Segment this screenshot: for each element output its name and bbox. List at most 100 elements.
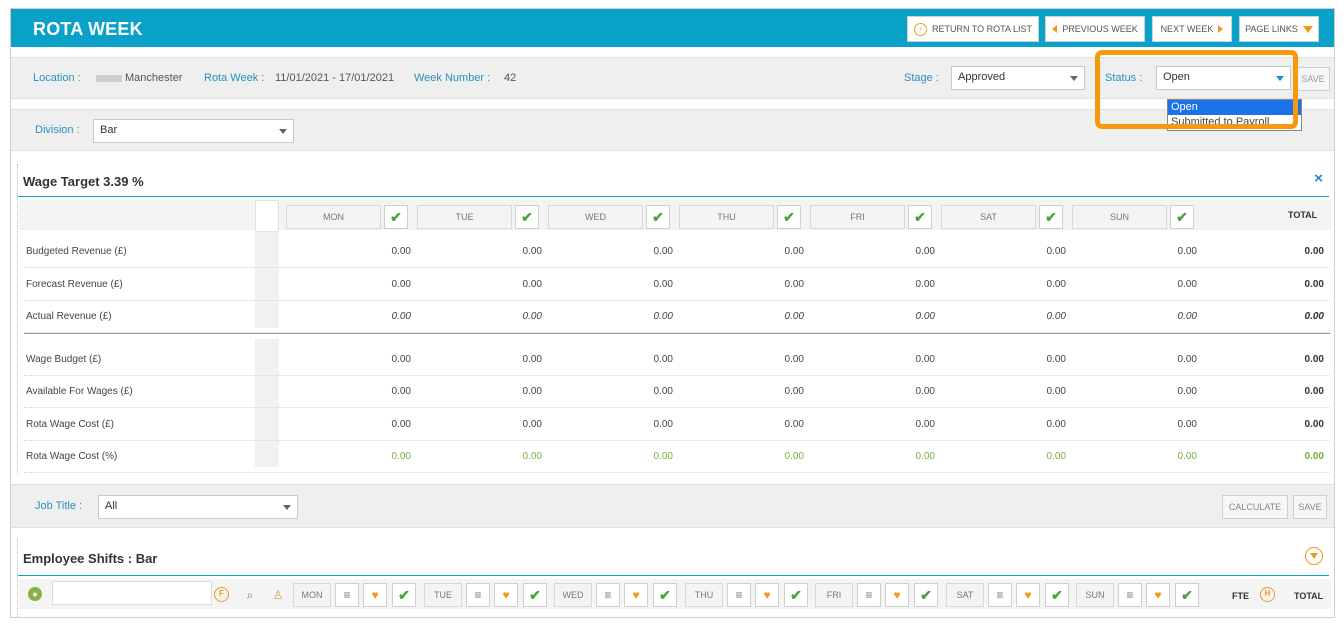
check-icon[interactable]: ✔ <box>1039 205 1063 229</box>
shift-day-header-3: THU <box>685 583 723 607</box>
employee-group-icon: ● <box>28 587 42 601</box>
page-header: ROTA WEEK ‹ RETURN TO ROTA LIST PREVIOUS… <box>11 9 1334 47</box>
row-label: Rota Wage Cost (£) <box>26 419 114 430</box>
check-icon[interactable]: ✔ <box>784 583 808 607</box>
check-icon[interactable]: ✔ <box>1045 583 1069 607</box>
caret-left-icon <box>1052 25 1058 33</box>
job-title-select[interactable]: All <box>98 495 298 519</box>
value-cell: 0.00 <box>522 311 542 322</box>
shift-day-header-6: SUN <box>1076 583 1114 607</box>
links-label: PAGE LINKS <box>1245 24 1298 34</box>
row-label: Available For Wages (£) <box>26 386 133 397</box>
job-title-bar: Job Title : All CALCULATE SAVE <box>11 484 1334 528</box>
page-links-button[interactable]: PAGE LINKS <box>1239 16 1319 42</box>
bars-icon[interactable]: ≡ <box>596 583 620 607</box>
location-value: Manchester <box>96 72 182 84</box>
close-icon[interactable]: × <box>1314 170 1323 187</box>
bars-icon[interactable]: ≡ <box>727 583 751 607</box>
save-status-button[interactable]: SAVE <box>1296 67 1330 91</box>
heart-pulse-icon[interactable]: ♥ <box>363 583 387 607</box>
stage-label: Stage : <box>904 72 939 84</box>
page-title: ROTA WEEK <box>33 19 143 39</box>
bars-icon[interactable]: ≡ <box>335 583 359 607</box>
previous-week-button[interactable]: PREVIOUS WEEK <box>1045 16 1145 42</box>
check-icon[interactable]: ✔ <box>646 205 670 229</box>
value-cell: 0.00 <box>391 386 411 397</box>
value-cell: 0.00 <box>1046 419 1066 430</box>
shift-day-header-4: FRI <box>815 583 853 607</box>
shift-day-header-0: MON <box>293 583 331 607</box>
value-cell: 0.00 <box>653 246 673 257</box>
check-icon[interactable]: ✔ <box>908 205 932 229</box>
bars-icon[interactable]: ≡ <box>988 583 1012 607</box>
value-cell: 0.00 <box>915 419 935 430</box>
value-cell: 0.00 <box>784 279 804 290</box>
panel-divider <box>18 196 1329 197</box>
rota-week-value: 11/01/2021 - 17/01/2021 <box>275 72 395 84</box>
heart-pulse-icon[interactable]: ♥ <box>1016 583 1040 607</box>
table-row: Wage Budget (£) 0.00 0.00 0.00 0.00 0.00 0.00 0… <box>24 344 1330 376</box>
heart-pulse-icon[interactable]: ♥ <box>1146 583 1170 607</box>
check-icon[interactable]: ✔ <box>384 205 408 229</box>
check-icon[interactable]: ✔ <box>392 583 416 607</box>
shift-day-header-1: TUE <box>424 583 462 607</box>
total-cell: 0.00 <box>1304 354 1324 365</box>
return-to-rota-list-button[interactable]: ‹ RETURN TO ROTA LIST <box>907 16 1039 42</box>
table-row: Available For Wages (£) 0.00 0.00 0.00 0.00 0… <box>24 376 1330 408</box>
shift-day-header-2: WED <box>554 583 592 607</box>
heart-pulse-icon[interactable]: ♥ <box>755 583 779 607</box>
check-icon[interactable]: ✔ <box>1175 583 1199 607</box>
prev-label: PREVIOUS WEEK <box>1062 24 1138 34</box>
h-badge-icon[interactable]: H <box>1260 587 1275 602</box>
heart-pulse-icon[interactable]: ♥ <box>885 583 909 607</box>
employee-shifts-panel: Employee Shifts : Bar ● F ⌕ ♙ MON ≡ ♥ ✔ TUE ≡… <box>17 539 1331 617</box>
value-cell: 0.00 <box>915 279 935 290</box>
side-column-header <box>255 200 279 232</box>
fte-header: FTE <box>1232 591 1249 601</box>
row-label: Actual Revenue (£) <box>26 311 112 322</box>
value-cell: 0.00 <box>391 279 411 290</box>
check-icon[interactable]: ✔ <box>653 583 677 607</box>
check-icon[interactable]: ✔ <box>515 205 539 229</box>
week-number-label: Week Number : <box>414 72 491 84</box>
section-divider <box>24 333 1330 334</box>
chevron-down-icon <box>283 505 291 510</box>
collapse-toggle-icon[interactable] <box>1305 547 1323 565</box>
calculate-button[interactable]: CALCULATE <box>1222 495 1288 519</box>
table-row: Actual Revenue (£) 0.00 0.00 0.00 0.00 0.00 0.… <box>24 301 1330 333</box>
status-highlight-box <box>1095 50 1298 129</box>
day-header-0: MON <box>286 205 381 229</box>
total-cell: 0.00 <box>1304 246 1324 257</box>
next-label: NEXT WEEK <box>1160 24 1214 34</box>
bars-icon[interactable]: ≡ <box>466 583 490 607</box>
value-cell: 0.00 <box>522 246 542 257</box>
save-shifts-button[interactable]: SAVE <box>1293 495 1327 519</box>
person-icon[interactable]: ♙ <box>266 583 290 607</box>
panel-divider <box>18 575 1329 576</box>
check-icon[interactable]: ✔ <box>1170 205 1194 229</box>
check-icon[interactable]: ✔ <box>914 583 938 607</box>
value-cell: 0.00 <box>784 354 804 365</box>
heart-pulse-icon[interactable]: ♥ <box>494 583 518 607</box>
caret-down-icon <box>1302 25 1313 33</box>
f-badge-icon[interactable]: F <box>214 587 229 602</box>
next-week-button[interactable]: NEXT WEEK <box>1152 16 1232 42</box>
save-label: SAVE <box>1301 74 1325 84</box>
bars-icon[interactable]: ≡ <box>1118 583 1142 607</box>
heart-pulse-icon[interactable]: ♥ <box>624 583 648 607</box>
job-title-value: All <box>105 500 118 512</box>
bars-icon[interactable]: ≡ <box>857 583 881 607</box>
value-cell: 0.00 <box>784 246 804 257</box>
value-cell: 0.00 <box>653 279 673 290</box>
check-icon[interactable]: ✔ <box>523 583 547 607</box>
value-cell: 0.00 <box>522 386 542 397</box>
search-person-icon[interactable]: ⌕ <box>238 583 262 607</box>
value-cell: 0.00 <box>784 311 804 322</box>
check-icon[interactable]: ✔ <box>777 205 801 229</box>
shift-day-header-5: SAT <box>946 583 984 607</box>
value-cell: 0.00 <box>391 451 411 462</box>
value-cell: 0.00 <box>1046 279 1066 290</box>
division-select[interactable]: Bar <box>93 119 294 143</box>
stage-select[interactable]: Approved <box>951 66 1085 90</box>
value-cell: 0.00 <box>522 451 542 462</box>
